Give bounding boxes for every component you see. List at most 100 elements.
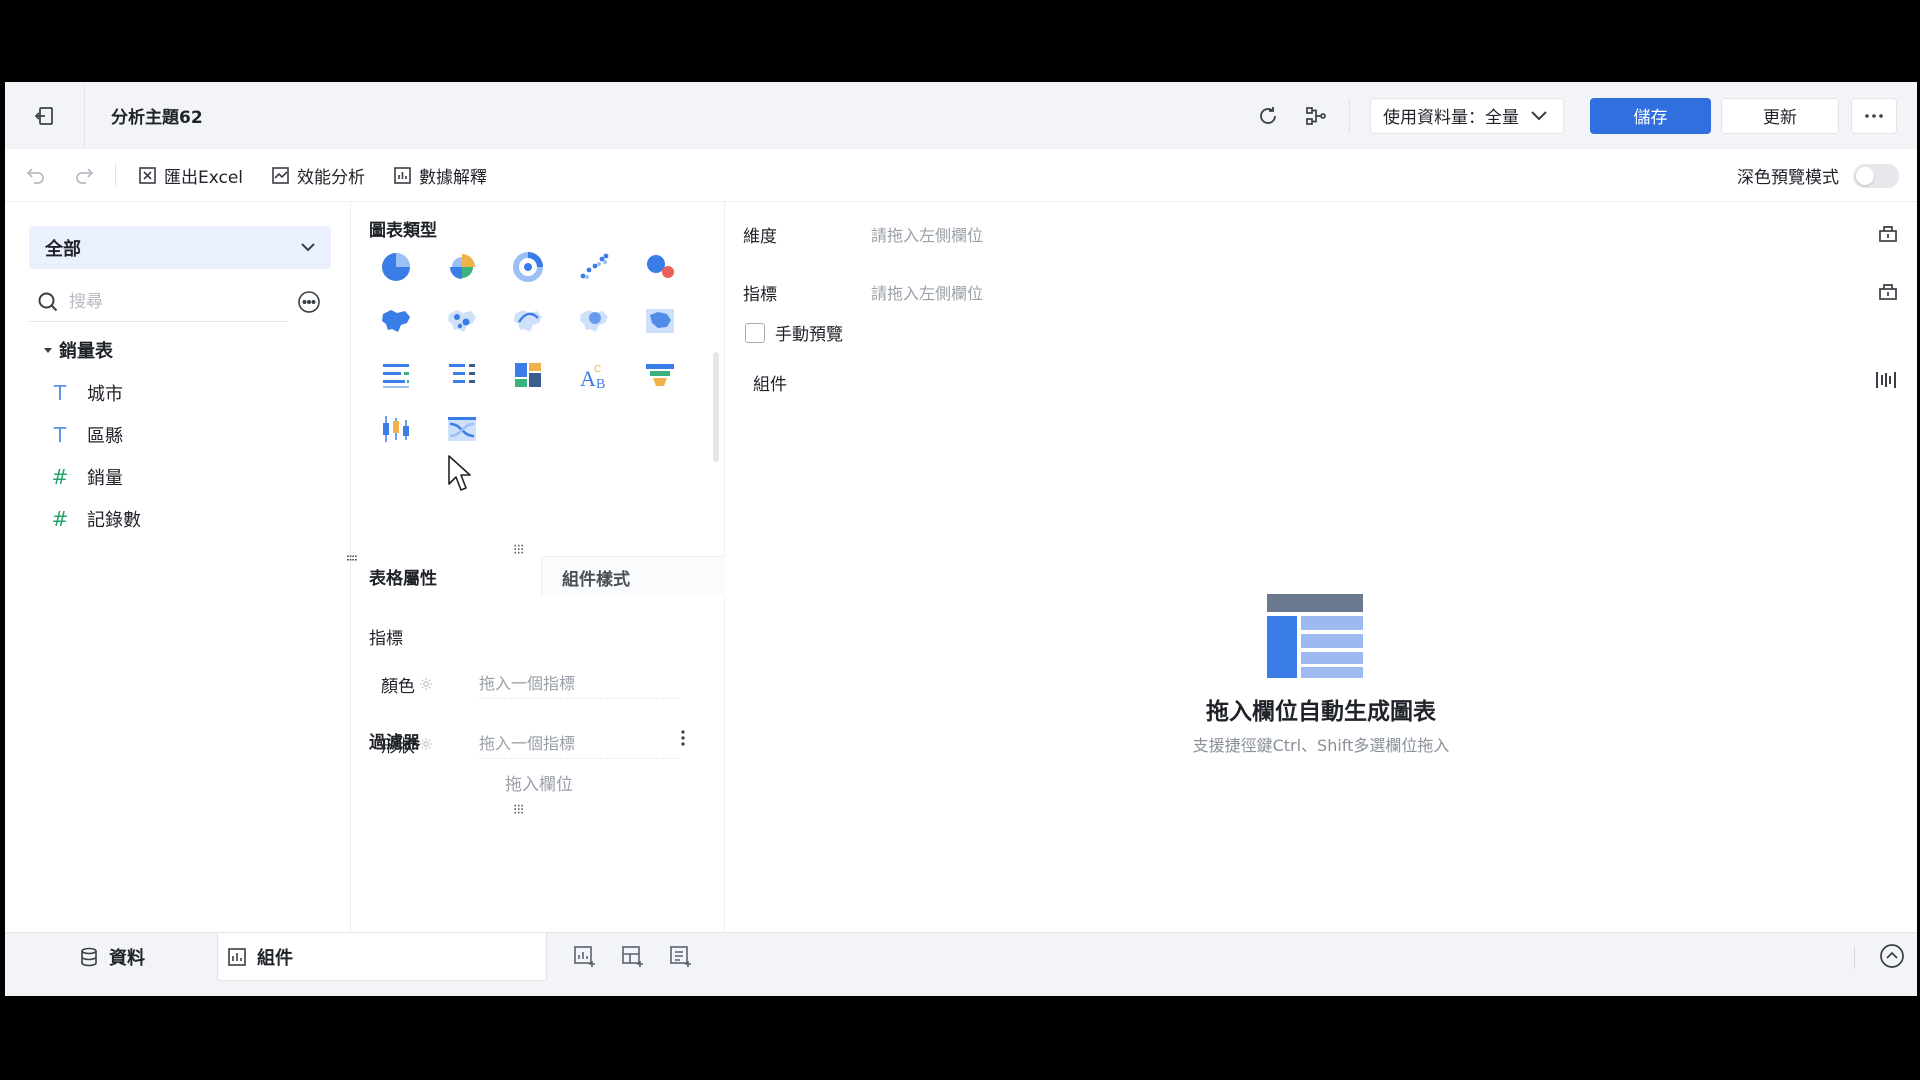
add-dashboard-icon[interactable] bbox=[621, 945, 645, 969]
excel-icon bbox=[139, 166, 156, 184]
undo-icon[interactable] bbox=[25, 164, 47, 186]
export-excel-button[interactable]: 匯出Excel bbox=[138, 163, 243, 188]
chart-type-heading: 圖表類型 bbox=[369, 221, 437, 241]
data-explain-label: 數據解釋 bbox=[419, 167, 488, 188]
tab-component[interactable]: 組件 bbox=[227, 933, 293, 981]
color-label: 顏色 bbox=[381, 676, 415, 697]
update-button[interactable]: 更新 bbox=[1721, 97, 1839, 134]
category-value: 全部 bbox=[45, 238, 81, 260]
toolbar-divider bbox=[115, 164, 116, 186]
color-mapping-row: 顏色 拖入一個指標 bbox=[369, 664, 699, 704]
text-type-icon: T bbox=[53, 423, 67, 447]
svg-text:C: C bbox=[594, 364, 601, 375]
chart-tab-icon bbox=[228, 948, 246, 966]
field-item[interactable]: T 區縣 bbox=[49, 422, 123, 448]
lineage-icon[interactable] bbox=[1301, 101, 1331, 131]
exit-icon bbox=[34, 106, 53, 125]
save-button[interactable]: 儲存 bbox=[1590, 97, 1711, 134]
point-map-icon[interactable] bbox=[445, 304, 479, 338]
data-volume-label: 使用資料量：全量 bbox=[1383, 108, 1519, 128]
filter-more-button[interactable] bbox=[681, 730, 685, 751]
more-vertical-icon bbox=[681, 730, 685, 746]
heat-map-icon[interactable] bbox=[577, 304, 611, 338]
field-name: 記錄數 bbox=[87, 510, 141, 531]
region-map-icon[interactable] bbox=[379, 304, 413, 338]
category-select[interactable]: 全部 bbox=[29, 226, 331, 269]
mouse-cursor-icon bbox=[448, 455, 471, 491]
more-circle-icon bbox=[298, 291, 320, 313]
scatter-chart-icon[interactable] bbox=[577, 250, 611, 284]
performance-icon bbox=[272, 166, 289, 184]
table-name: 銷量表 bbox=[59, 341, 113, 362]
field-name: 銷量 bbox=[87, 468, 123, 489]
caret-down-icon bbox=[44, 348, 52, 353]
top-header: 分析主題62 使用資料量：全量 儲存 更新 bbox=[5, 82, 1917, 149]
map-area-icon[interactable] bbox=[643, 304, 677, 338]
pie-chart-icon[interactable] bbox=[379, 250, 413, 284]
flow-map-icon[interactable] bbox=[511, 304, 545, 338]
sankey-chart-icon[interactable] bbox=[445, 412, 479, 446]
tab-component-label: 組件 bbox=[257, 948, 293, 969]
dark-mode-toggle[interactable] bbox=[1853, 163, 1899, 188]
table-node[interactable]: 銷量表 bbox=[43, 337, 113, 363]
data-volume-select[interactable]: 使用資料量：全量 bbox=[1370, 97, 1564, 134]
config-tabs: 表格屬性 組件樣式 bbox=[351, 556, 725, 596]
chart-type-scrollbar[interactable] bbox=[713, 352, 719, 462]
chart-canvas: 維度 請拖入左側欄位 指標 請拖入左側欄位 手動預覽 組件 拖入欄位自動生成圖表 bbox=[725, 202, 1917, 932]
gear-icon[interactable] bbox=[419, 737, 433, 751]
bottom-bar: 資料 組件 bbox=[5, 932, 1917, 996]
number-type-icon: # bbox=[51, 465, 69, 489]
performance-analysis-label: 效能分析 bbox=[297, 167, 366, 188]
tab-data[interactable]: 資料 bbox=[79, 933, 145, 981]
bubble-chart-icon[interactable] bbox=[643, 250, 677, 284]
funnel-chart-icon[interactable] bbox=[643, 358, 677, 392]
table-illustration-icon bbox=[1267, 594, 1363, 678]
rose-chart-icon[interactable] bbox=[445, 250, 479, 284]
bottom-divider bbox=[1854, 947, 1855, 969]
data-explain-icon bbox=[394, 166, 411, 184]
filter-drop-zone[interactable]: 拖入欄位 bbox=[369, 762, 709, 802]
dark-mode-switch-row: 深色預覽模式 bbox=[1737, 149, 1899, 202]
group-table-icon[interactable] bbox=[445, 358, 479, 392]
more-button[interactable] bbox=[1851, 97, 1897, 134]
empty-state-title: 拖入欄位自動生成圖表 bbox=[1206, 699, 1436, 725]
toolbar: 匯出Excel 效能分析 數據解釋 深色預覽模式 bbox=[5, 149, 1917, 202]
color-drop-zone[interactable]: 拖入一個指標 bbox=[479, 670, 679, 699]
add-report-icon[interactable] bbox=[669, 945, 693, 969]
field-item[interactable]: T 城市 bbox=[49, 380, 123, 406]
field-options-button[interactable] bbox=[297, 290, 321, 319]
exit-button[interactable] bbox=[5, 82, 85, 149]
more-horizontal-icon bbox=[1865, 113, 1883, 118]
dark-mode-label: 深色預覽模式 bbox=[1737, 168, 1839, 188]
export-excel-label: 匯出Excel bbox=[164, 167, 244, 188]
detail-table-icon[interactable] bbox=[379, 358, 413, 392]
donut-chart-icon[interactable] bbox=[511, 250, 545, 284]
tab-table-props[interactable]: 表格屬性 bbox=[369, 564, 437, 589]
field-search bbox=[29, 282, 287, 322]
refresh-icon[interactable] bbox=[1253, 101, 1283, 131]
text-type-icon: T bbox=[53, 381, 67, 405]
treemap-icon[interactable] bbox=[511, 358, 545, 392]
field-item[interactable]: # 銷量 bbox=[49, 464, 123, 490]
search-input[interactable] bbox=[69, 291, 269, 312]
add-chart-icon[interactable] bbox=[573, 945, 597, 969]
chevron-down-icon bbox=[301, 243, 315, 252]
chevron-down-icon bbox=[1531, 110, 1547, 120]
filter-heading: 過濾器 bbox=[369, 733, 420, 753]
tab-component-style[interactable]: 組件樣式 bbox=[541, 556, 725, 596]
candlestick-chart-icon[interactable] bbox=[379, 412, 413, 446]
performance-analysis-button[interactable]: 效能分析 bbox=[271, 163, 365, 188]
empty-state-subtitle: 支援捷徑鍵Ctrl、Shift多選欄位拖入 bbox=[1192, 736, 1450, 755]
redo-icon[interactable] bbox=[73, 164, 95, 186]
word-cloud-icon[interactable]: ACB bbox=[577, 358, 611, 392]
database-icon bbox=[81, 947, 97, 967]
drag-handle-icon[interactable]: ⁝⁝⁝ bbox=[513, 802, 524, 818]
data-explain-button[interactable]: 數據解釋 bbox=[393, 163, 487, 188]
number-type-icon: # bbox=[51, 507, 69, 531]
field-item[interactable]: # 記錄數 bbox=[49, 506, 141, 532]
analysis-title: 分析主題62 bbox=[111, 108, 203, 128]
gear-icon[interactable] bbox=[419, 677, 433, 691]
field-name: 城市 bbox=[87, 384, 123, 405]
shape-drop-zone[interactable]: 拖入一個指標 bbox=[479, 730, 679, 759]
collapse-up-icon[interactable] bbox=[1879, 943, 1905, 969]
